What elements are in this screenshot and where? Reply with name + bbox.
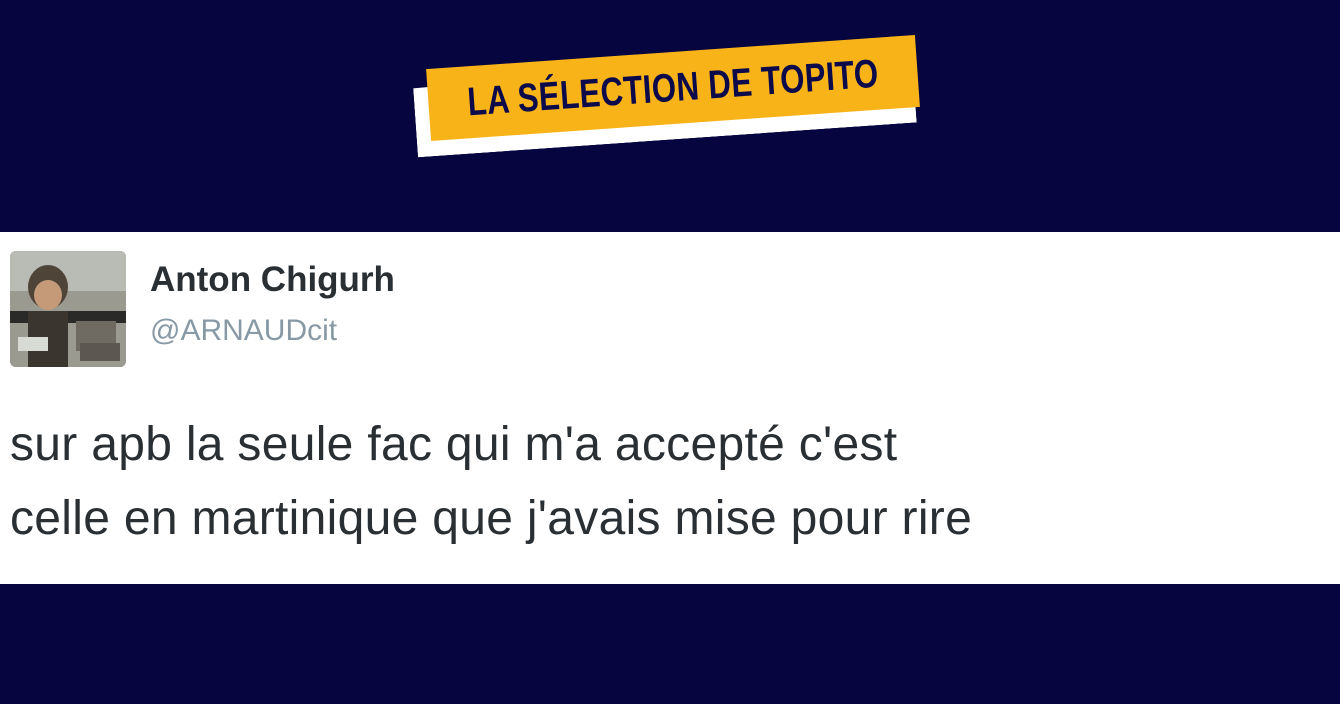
topito-selection-banner: LA SÉLECTION DE TOPITO [414,36,930,146]
tweet-card: Anton Chigurh @ARNAUDcit sur apb la seul… [0,232,1340,584]
banner-text: LA SÉLECTION DE TOPITO [465,51,880,124]
author-handle[interactable]: @ARNAUDcit [150,314,337,348]
tweet-text: sur apb la seule fac qui m'a accepté c'e… [10,418,973,545]
author-name[interactable]: Anton Chigurh [150,260,395,300]
avatar [10,251,126,367]
avatar-photo-icon [10,251,126,367]
